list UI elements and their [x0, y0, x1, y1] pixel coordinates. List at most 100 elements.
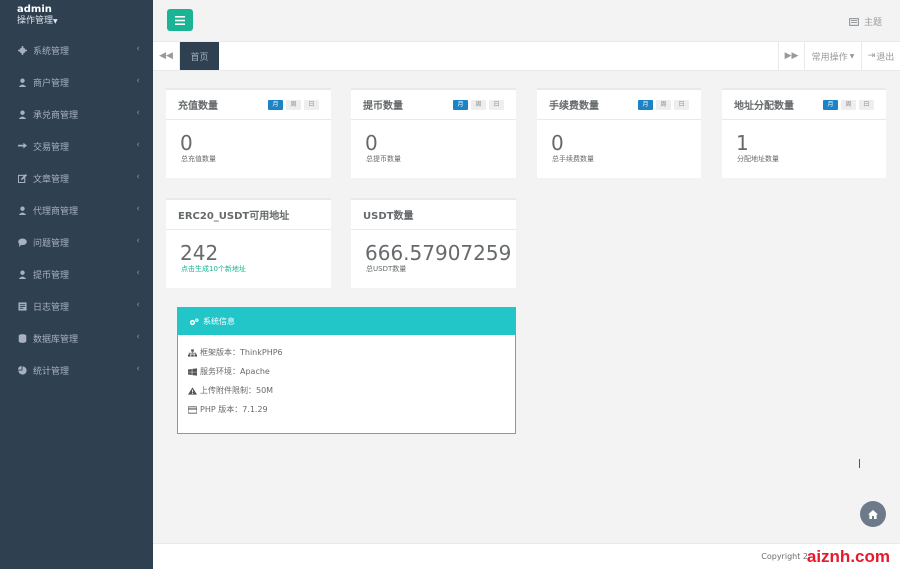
exchange-icon: [17, 141, 27, 151]
sidebar-item[interactable]: 承兑商管理 ‹: [0, 98, 153, 130]
generate-address-link[interactable]: 点击生成10个新地址: [166, 264, 331, 274]
database-icon: [17, 333, 27, 343]
footer: Copyright 2 aiznh.com: [153, 543, 900, 569]
period-pills: 月周日: [823, 99, 874, 110]
user-icon: [17, 77, 27, 87]
user-icon: [17, 205, 27, 215]
gears-icon: [189, 318, 199, 325]
period-pill[interactable]: 周: [656, 99, 671, 110]
home-icon: [868, 509, 878, 519]
tab-home[interactable]: 首页: [180, 42, 219, 70]
period-pill[interactable]: 月: [823, 99, 838, 110]
system-info-title: 系统信息: [203, 317, 235, 326]
sidebar-item[interactable]: 统计管理 ‹: [0, 354, 153, 386]
chevron-left-icon: ‹: [136, 44, 140, 54]
profile-role[interactable]: 操作管理▼: [17, 15, 153, 28]
sidebar-item-label: 数据库管理: [33, 334, 79, 345]
copyright-text: Copyright 2: [761, 552, 808, 561]
card-value: 242: [180, 241, 219, 265]
period-pill[interactable]: 日: [859, 99, 874, 110]
tab-scroll-left-button[interactable]: ◀◀: [153, 42, 180, 70]
sidebar-item[interactable]: 交易管理 ‹: [0, 130, 153, 162]
common-ops-label: 常用操作: [811, 52, 848, 63]
card-value: 1: [736, 131, 749, 155]
system-info-row: 框架版本：ThinkPHP6: [178, 343, 515, 362]
card-title: 充值数量: [178, 101, 218, 112]
period-pill[interactable]: 月: [268, 99, 283, 110]
brand-watermark: aiznh.com: [806, 547, 890, 566]
double-right-icon: ▶▶: [784, 51, 799, 61]
sidebar-item[interactable]: 数据库管理 ‹: [0, 322, 153, 354]
sidebar-item[interactable]: 系统管理 ‹: [0, 34, 153, 66]
sidebar-item[interactable]: 提币管理 ‹: [0, 258, 153, 290]
sidebar-item[interactable]: 商户管理 ‹: [0, 66, 153, 98]
pie-icon: [17, 365, 27, 375]
period-pill[interactable]: 周: [841, 99, 856, 110]
profile[interactable]: admin 操作管理▼: [0, 0, 153, 34]
card-value: 0: [365, 131, 378, 155]
card-value: 0: [551, 131, 564, 155]
sidebar-item[interactable]: 文章管理 ‹: [0, 162, 153, 194]
sidebar-item[interactable]: 问题管理 ‹: [0, 226, 153, 258]
user-icon: [17, 109, 27, 119]
period-pill[interactable]: 月: [453, 99, 468, 110]
home-float-button[interactable]: [860, 501, 886, 527]
edit-icon: [17, 173, 27, 183]
top-bar: 主题: [153, 0, 900, 42]
system-info-header: 系统信息: [178, 308, 515, 335]
gear-icon: [17, 45, 27, 55]
sidebar-item-label: 统计管理: [33, 366, 70, 377]
common-ops-dropdown[interactable]: 常用操作 ▼: [804, 42, 861, 70]
exit-button[interactable]: ⇥ 退出: [861, 42, 900, 70]
period-pill[interactable]: 日: [674, 99, 689, 110]
card-desc: 总充值数量: [181, 155, 216, 163]
chevron-left-icon: ‹: [136, 204, 140, 214]
system-info-panel: 系统信息 框架版本：ThinkPHP6 服务环境：Apache 上传附件限制：50M…: [177, 307, 516, 434]
caret-down-icon: ▼: [849, 52, 855, 60]
sitemap-icon: [188, 348, 197, 357]
sidebar-item-label: 商户管理: [33, 78, 70, 89]
profile-name: admin: [17, 4, 52, 15]
period-pill[interactable]: 日: [304, 99, 319, 110]
sidebar-nav: 系统管理 ‹ 商户管理 ‹ 承兑商管理 ‹ 交易管理 ‹ 文章管理 ‹ 代理商管理 ‹ 问题管理 ‹ 提币管…: [0, 34, 153, 386]
sidebar-item-label: 日志管理: [33, 302, 70, 313]
sidebar-item-label: 承兑商管理: [33, 110, 79, 121]
system-info-rows: 框架版本：ThinkPHP6 服务环境：Apache 上传附件限制：50M PHP 版…: [178, 335, 515, 419]
system-info-label: 上传附件限制：50M: [200, 386, 274, 395]
theme-label: 主题: [863, 18, 882, 28]
card-title: ERC20_USDT可用地址: [178, 211, 290, 222]
windows-icon: [188, 367, 197, 376]
sidebar-item-label: 问题管理: [33, 238, 70, 249]
period-pill[interactable]: 周: [286, 99, 301, 110]
period-pill[interactable]: 周: [471, 99, 486, 110]
menu-toggle-button[interactable]: [167, 9, 193, 31]
period-pill[interactable]: 月: [638, 99, 653, 110]
exit-label: 退出: [876, 52, 895, 63]
chevron-left-icon: ‹: [136, 300, 140, 310]
system-info-label: PHP 版本：7.1.29: [200, 405, 268, 414]
tab-scroll-right-button[interactable]: ▶▶: [778, 42, 804, 70]
system-info-label: 框架版本：ThinkPHP6: [200, 348, 283, 357]
card-value: 0: [180, 131, 193, 155]
warning-icon: [188, 386, 197, 395]
chevron-left-icon: ‹: [136, 140, 140, 150]
system-info-row: PHP 版本：7.1.29: [178, 400, 515, 419]
chevron-left-icon: ‹: [136, 76, 140, 86]
sidebar-item-label: 代理商管理: [33, 206, 79, 217]
card-title: 地址分配数量: [734, 101, 794, 112]
sidebar-item[interactable]: 代理商管理 ‹: [0, 194, 153, 226]
period-pill[interactable]: 日: [489, 99, 504, 110]
card-recharge: 充值数量 月周日 0 总充值数量: [166, 88, 331, 178]
chat-icon: [17, 237, 27, 247]
chevron-left-icon: ‹: [136, 268, 140, 278]
system-info-row: 服务环境：Apache: [178, 362, 515, 381]
theme-button[interactable]: 主题: [848, 15, 882, 28]
sidebar-item[interactable]: 日志管理 ‹: [0, 290, 153, 322]
card-title: 手续费数量: [549, 101, 599, 112]
card-withdraw: 提币数量 月周日 0 总提币数量: [351, 88, 516, 178]
chevron-left-icon: ‹: [136, 108, 140, 118]
profile-role-label: 操作管理: [17, 16, 54, 26]
card-address-alloc: 地址分配数量 月周日 1 分配地址数量: [722, 88, 886, 178]
user-icon: [17, 269, 27, 279]
chevron-left-icon: ‹: [136, 236, 140, 246]
